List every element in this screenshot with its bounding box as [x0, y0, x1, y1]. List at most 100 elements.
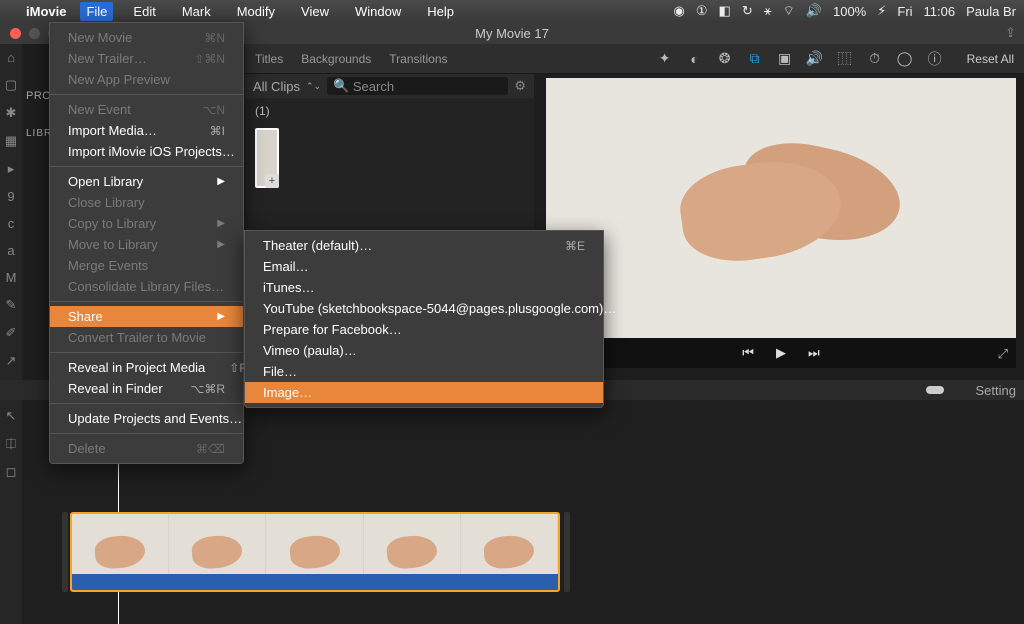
number-icon[interactable]: 9 [7, 189, 14, 204]
timeline-settings[interactable]: Setting [976, 383, 1016, 398]
app-name[interactable]: iMovie [26, 4, 66, 19]
timeline-clip[interactable] [70, 512, 560, 592]
crop-tool-icon[interactable]: ▢ [5, 77, 17, 93]
fullscreen-icon[interactable]: ⤢ [998, 346, 1008, 362]
share-menu-item[interactable]: Vimeo (paula)… [245, 340, 603, 361]
menubar-status: ◉ ① ◧ ↻ ⚹ ⌔ 🔊 100% ⚡︎ Fri 11:06 Paula Br [674, 3, 1016, 19]
menu-mark[interactable]: Mark [176, 2, 217, 21]
clock-icon[interactable]: ① [696, 3, 708, 19]
share-menu-item[interactable]: Prepare for Facebook… [245, 319, 603, 340]
submenu-arrow-icon: ▶ [193, 176, 225, 187]
display-icon[interactable]: ◉ [674, 3, 685, 19]
crop-icon[interactable]: ⧉ [747, 51, 763, 67]
letter-m-icon[interactable]: M [6, 270, 17, 285]
balance-icon[interactable]: ◐ [687, 51, 703, 67]
brightness-icon[interactable]: ✱ [6, 105, 17, 121]
share-menu-item[interactable]: File… [245, 361, 603, 382]
share-menu-item[interactable]: YouTube (sketchbookspace-5044@pages.plus… [245, 298, 603, 319]
bluetooth-icon[interactable]: ⚹ [764, 3, 772, 19]
file-menu-item[interactable]: Share▶ [50, 306, 243, 327]
time-text[interactable]: 11:06 [924, 4, 956, 19]
minimize-button[interactable] [29, 28, 40, 39]
home-icon[interactable]: ⌂ [7, 50, 15, 65]
user-text[interactable]: Paula Br [966, 4, 1016, 19]
dropdown-chevron-icon[interactable]: ⌃⌄ [306, 81, 321, 92]
triangle-icon[interactable]: ▸ [8, 161, 15, 177]
bracket-icon[interactable]: ⎅ [6, 436, 16, 452]
brush-icon[interactable]: ✐ [6, 325, 17, 341]
share-button-icon[interactable]: ⇪ [1005, 25, 1016, 41]
search-placeholder: Search [353, 79, 394, 94]
menu-edit[interactable]: Edit [127, 2, 161, 21]
share-menu-item[interactable]: Image… [245, 382, 603, 403]
tab-titles[interactable]: Titles [255, 52, 283, 66]
pencil-icon[interactable]: ✎ [6, 297, 17, 313]
file-menu-item: Close Library [50, 192, 243, 213]
browser-toolbar: Titles Backgrounds Transitions ✦ ◐ ❂ ⧉ ▣… [245, 44, 1024, 74]
menu-modify[interactable]: Modify [231, 2, 281, 21]
file-menu-item[interactable]: Open Library▶ [50, 171, 243, 192]
volume-adjust-icon[interactable]: 🔊 [807, 51, 823, 67]
transport-controls: ⏮ ▶ ⏭ ⤢ [546, 338, 1016, 368]
wifi-icon[interactable]: ⌔ [783, 3, 795, 19]
file-menu-item[interactable]: Update Projects and Events… [50, 408, 243, 429]
menu-file[interactable]: File [80, 2, 113, 21]
file-menu-item: Copy to Library▶ [50, 213, 243, 234]
info-icon[interactable]: ⓘ [927, 51, 943, 67]
notification-icon[interactable]: ◧ [719, 3, 731, 19]
clip-count: (1) [245, 98, 534, 124]
file-menu-item[interactable]: Import iMovie iOS Projects… [50, 141, 243, 162]
noise-icon[interactable]: ⿲ [837, 51, 853, 67]
grid-icon[interactable]: ▦ [5, 133, 17, 149]
clip-handle-left[interactable] [62, 512, 68, 592]
add-clip-icon[interactable]: + [265, 174, 279, 188]
filter-icon[interactable]: ◯ [897, 51, 913, 67]
prev-button[interactable]: ⏮ [742, 345, 754, 361]
letter-a-icon[interactable]: a [7, 243, 14, 258]
menu-view[interactable]: View [295, 2, 335, 21]
share-menu-item[interactable]: Email… [245, 256, 603, 277]
gear-icon[interactable]: ⚙ [514, 78, 526, 94]
tab-transitions[interactable]: Transitions [389, 52, 447, 66]
menu-help[interactable]: Help [421, 2, 460, 21]
audio-waveform[interactable] [72, 574, 558, 590]
play-button[interactable]: ▶ [776, 345, 786, 361]
menu-window[interactable]: Window [349, 2, 407, 21]
reset-all-button[interactable]: Reset All [967, 52, 1014, 66]
letter-c-icon[interactable]: c [8, 216, 15, 231]
file-menu-item: New Movie⌘N [50, 27, 243, 48]
next-button[interactable]: ⏭ [808, 345, 820, 361]
file-menu-item: New Event⌥N [50, 99, 243, 120]
wand-icon[interactable]: ↗ [6, 353, 17, 369]
enhance-icon[interactable]: ✦ [657, 51, 673, 67]
preview-image [671, 143, 891, 273]
viewer-canvas[interactable] [546, 78, 1016, 338]
battery-text[interactable]: 100% [833, 4, 866, 19]
clip-handle-right[interactable] [564, 512, 570, 592]
window-title: My Movie 17 [475, 26, 549, 41]
file-menu-item: New Trailer…⇧⌘N [50, 48, 243, 69]
share-menu-item[interactable]: Theater (default)…⌘E [245, 235, 603, 256]
file-menu-item[interactable]: Reveal in Finder⌥⌘R [50, 378, 243, 399]
clip-thumbnail[interactable]: + [255, 128, 279, 188]
stabilize-icon[interactable]: ▣ [777, 51, 793, 67]
arrow-icon[interactable]: ↖ [6, 408, 17, 424]
file-menu-item[interactable]: Reveal in Project Media⇧F [50, 357, 243, 378]
file-menu-item: Move to Library▶ [50, 234, 243, 255]
submenu-arrow-icon: ▶ [193, 311, 225, 322]
search-input[interactable]: 🔍 Search [327, 77, 508, 95]
tab-backgrounds[interactable]: Backgrounds [301, 52, 371, 66]
day-text[interactable]: Fri [897, 4, 912, 19]
color-icon[interactable]: ❂ [717, 51, 733, 67]
volume-icon[interactable]: 🔊 [806, 3, 822, 19]
allclips-dropdown[interactable]: All Clips [253, 79, 300, 94]
timemachine-icon[interactable]: ↻ [742, 3, 753, 19]
shape-icon[interactable]: ◻ [6, 464, 17, 480]
speed-icon[interactable]: ⏱ [867, 51, 883, 67]
close-button[interactable] [10, 28, 21, 39]
zoom-slider[interactable] [926, 386, 944, 394]
share-menu-item[interactable]: iTunes… [245, 277, 603, 298]
file-menu-item: Convert Trailer to Movie [50, 327, 243, 348]
search-icon: 🔍 [333, 78, 349, 94]
file-menu-item[interactable]: Import Media…⌘I [50, 120, 243, 141]
